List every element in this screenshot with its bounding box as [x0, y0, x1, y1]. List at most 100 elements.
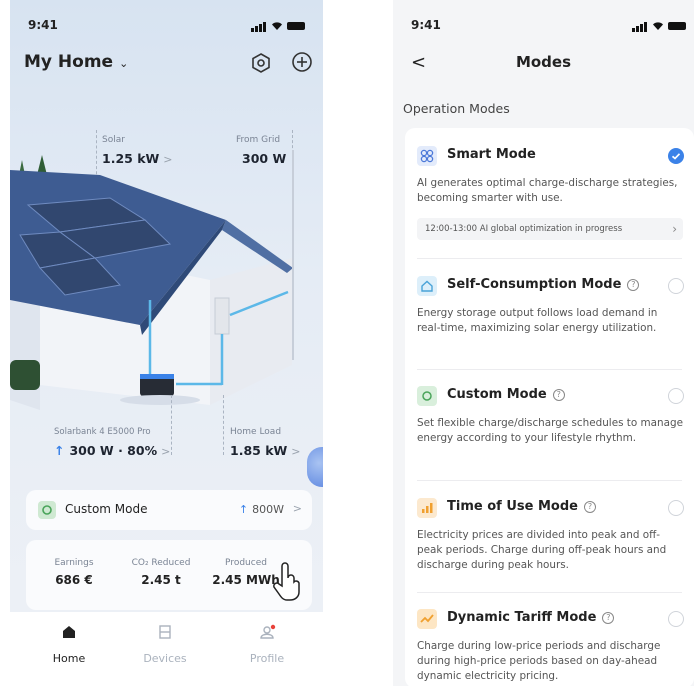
check-selected-icon[interactable]: [668, 148, 684, 164]
arrow-up-icon: ↑: [54, 443, 65, 458]
home-load-link[interactable]: 1.85 kW >: [230, 443, 301, 458]
tab-home[interactable]: Home: [34, 624, 104, 665]
current-mode-card[interactable]: Custom Mode ↑ 800W >: [26, 490, 312, 530]
divider: [417, 369, 682, 370]
mode-name: Time of Use Mode: [447, 499, 578, 514]
hand-cursor-icon: [273, 562, 300, 601]
mode-name: Smart Mode: [447, 147, 536, 162]
status-time: 9:41: [28, 18, 58, 32]
stat-co2: CO₂ Reduced 2.45 t: [121, 558, 201, 587]
home-load-value: 1.85 kW: [230, 443, 288, 458]
load-connector: [223, 395, 225, 455]
mode-name-wrap: Time of Use Mode?: [447, 499, 596, 514]
mode-name-wrap: Self-Consumption Mode?: [447, 277, 640, 292]
tab-profile[interactable]: Profile: [232, 624, 302, 665]
mode-dynamic-tariff[interactable]: Dynamic Tariff Mode? Charge during low-p…: [405, 609, 694, 686]
wifi-icon: [272, 22, 282, 30]
help-icon: ?: [583, 501, 596, 513]
mode-name: Custom Mode: [447, 387, 547, 402]
self-consumption-icon: [417, 276, 437, 296]
divider: [417, 258, 682, 259]
chevron-right-icon: ›: [672, 222, 677, 236]
status-time: 9:41: [411, 18, 441, 32]
home-title: My Home: [24, 52, 114, 72]
chevron-right-icon: >: [292, 502, 302, 515]
chevron-right-icon: >: [161, 445, 171, 458]
modes-screen: 9:41 < Modes Operation Modes Smart Mode …: [393, 0, 694, 686]
wifi-icon: [653, 22, 663, 30]
stats-card[interactable]: Earnings 686 € CO₂ Reduced 2.45 t Produc…: [26, 540, 312, 610]
custom-mode-icon: [38, 501, 56, 519]
mode-self-consumption[interactable]: Self-Consumption Mode? Energy storage ou…: [405, 276, 694, 376]
tab-label: Profile: [249, 652, 285, 665]
custom-mode-icon: [417, 386, 437, 406]
smart-mode-icon: [417, 146, 437, 166]
chevron-right-icon: >: [291, 445, 301, 458]
status-bar: 9:41: [28, 18, 305, 32]
mode-name: Self-Consumption Mode: [447, 277, 622, 292]
status-icons: [632, 20, 686, 32]
home-icon: [63, 626, 75, 638]
optimization-text: 12:00-13:00 AI global optimization in pr…: [425, 224, 623, 234]
add-icon[interactable]: [291, 51, 313, 73]
divider: [417, 592, 682, 593]
divider: [417, 480, 682, 481]
page-title: Modes: [515, 53, 572, 71]
chevron-down-icon: ⌄: [119, 57, 129, 70]
battery-icon: [668, 22, 686, 30]
mode-name: Dynamic Tariff Mode: [447, 610, 597, 625]
profile-icon: [260, 624, 276, 639]
tab-devices[interactable]: Devices: [130, 624, 200, 665]
mode-name-wrap: Dynamic Tariff Mode?: [447, 610, 615, 625]
mode-custom[interactable]: Custom Mode? Set flexible charge/dischar…: [405, 386, 694, 486]
devices-icon: [159, 625, 171, 639]
battery-connector: [171, 395, 173, 455]
help-icon: ?: [602, 612, 615, 624]
modes-list: Smart Mode AI generates optimal charge-d…: [405, 128, 694, 686]
mode-description: AI generates optimal charge-discharge st…: [417, 177, 678, 204]
dynamic-tariff-icon: [417, 609, 437, 629]
stat-earnings: Earnings 686 €: [44, 558, 104, 587]
grid-label: From Grid: [236, 135, 281, 145]
battery-value-link[interactable]: ↑ 300 W · 80% >: [54, 443, 170, 458]
mode-time-of-use[interactable]: Time of Use Mode? Electricity prices are…: [405, 498, 694, 598]
stat-label: Earnings: [54, 558, 94, 568]
home-load-label: Home Load: [230, 427, 282, 437]
mode-description: Electricity prices are divided into peak…: [417, 529, 667, 571]
radio-unselected[interactable]: [668, 278, 684, 294]
optimization-status[interactable]: 12:00-13:00 AI global optimization in pr…: [417, 218, 683, 240]
tab-label: Devices: [143, 652, 187, 665]
house-illustration: [10, 150, 294, 410]
home-screen: 9:41 My Home ⌄ Solar 1.25 kW > From Grid 3…: [10, 0, 323, 686]
mode-description: Set flexible charge/discharge schedules …: [417, 417, 683, 444]
current-mode-power: ↑ 800W: [238, 503, 284, 516]
section-title: Operation Modes: [403, 101, 510, 116]
help-icon: ?: [627, 279, 640, 291]
mode-description: Energy storage output follows load deman…: [417, 307, 658, 334]
tab-label: Home: [52, 652, 86, 665]
battery-label: Solarbank 4 E5000 Pro: [54, 427, 151, 437]
current-mode-label: Custom Mode: [65, 502, 148, 516]
mode-name-wrap: Custom Mode?: [447, 387, 565, 402]
radio-unselected[interactable]: [668, 388, 684, 404]
stat-label: CO₂ Reduced: [131, 558, 191, 568]
status-icons: [251, 20, 305, 32]
home-selector[interactable]: My Home ⌄: [24, 52, 128, 72]
signal-icon: [632, 22, 647, 32]
radio-unselected[interactable]: [668, 500, 684, 516]
time-of-use-icon: [417, 498, 437, 518]
tab-bar: Home Devices Profile: [10, 612, 323, 686]
arrow-up-icon: ↑: [238, 503, 249, 516]
radio-unselected[interactable]: [668, 611, 684, 627]
status-bar: 9:41: [411, 18, 686, 32]
mode-smart[interactable]: Smart Mode AI generates optimal charge-d…: [405, 146, 694, 266]
stat-value: 2.45 t: [141, 573, 181, 587]
signal-icon: [251, 22, 266, 32]
battery-value: 300 W · 80%: [69, 443, 158, 458]
battery-icon: [287, 22, 305, 30]
stat-value: 686 €: [55, 573, 93, 587]
settings-icon[interactable]: [250, 52, 272, 74]
decorative-orb: [307, 447, 323, 487]
mode-description: Charge during low-price periods and disc…: [417, 640, 661, 682]
solar-label: Solar: [102, 135, 125, 145]
